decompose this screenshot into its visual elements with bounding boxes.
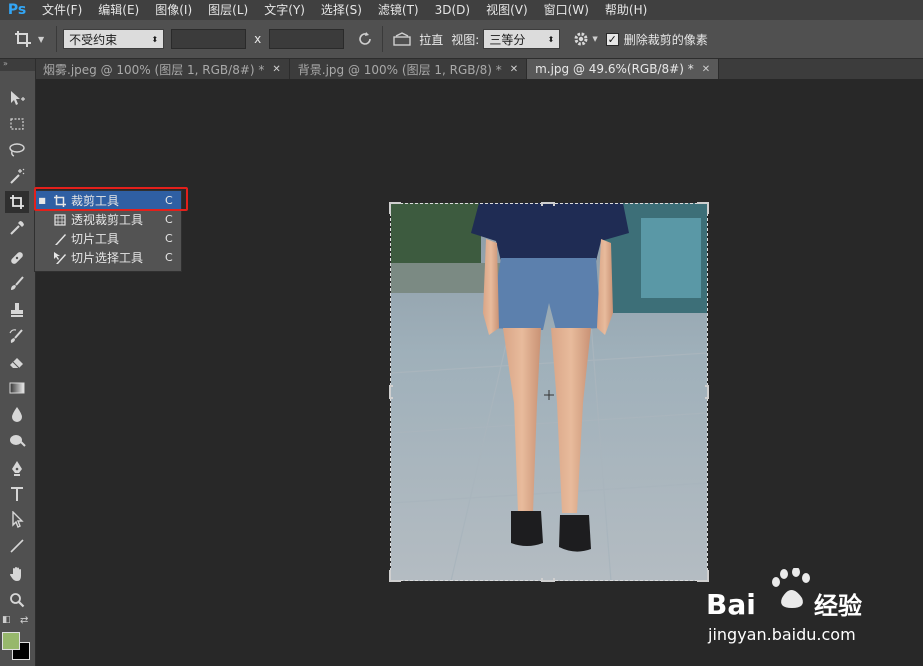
marquee-tool-icon[interactable] (5, 113, 29, 135)
menu-type[interactable]: 文字(Y) (256, 0, 313, 20)
path-select-icon[interactable] (5, 509, 29, 531)
flyout-shortcut: C (165, 251, 173, 264)
menu-select[interactable]: 选择(S) (313, 0, 370, 20)
crop-handle-bottom[interactable] (541, 578, 555, 582)
slice-select-icon (49, 251, 71, 265)
view-label: 视图: (451, 32, 480, 47)
perspective-crop-icon (49, 213, 71, 227)
flyout-item-slice[interactable]: 切片工具 C (35, 229, 181, 248)
menu-help[interactable]: 帮助(H) (597, 0, 655, 20)
close-icon[interactable]: ✕ (702, 64, 710, 75)
updown-arrows-icon: ⬍ (547, 34, 555, 44)
eraser-tool-icon[interactable] (5, 351, 29, 373)
zoom-tool-icon[interactable] (5, 589, 29, 611)
history-brush-icon[interactable] (5, 325, 29, 347)
flyout-item-perspective-crop[interactable]: 透视裁剪工具 C (35, 210, 181, 229)
ratio-dropdown[interactable]: 不受约束 ⬍ (63, 29, 165, 49)
close-icon[interactable]: ✕ (510, 64, 518, 75)
ratio-separator: x (254, 32, 262, 46)
menu-window[interactable]: 窗口(W) (536, 0, 597, 20)
menu-3d[interactable]: 3D(D) (427, 0, 478, 20)
annotation-highlight-box (34, 187, 188, 211)
brush-tool-icon[interactable] (5, 273, 29, 295)
baidu-watermark: Bai 经验 jingyan.baidu.com (706, 567, 896, 648)
gear-icon[interactable] (570, 24, 592, 54)
swap-ratio-icon[interactable] (354, 24, 376, 54)
menu-layer[interactable]: 图层(L) (200, 0, 256, 20)
divider (382, 26, 384, 52)
flyout-shortcut: C (165, 232, 173, 245)
ratio-dropdown-value: 不受约束 (69, 32, 118, 47)
menu-file[interactable]: 文件(F) (34, 0, 90, 20)
default-colors-icon[interactable]: ◧ (2, 615, 11, 625)
straighten-icon[interactable] (389, 24, 415, 54)
view-dropdown-value: 三等分 (489, 32, 526, 47)
menu-bar: Ps 文件(F) 编辑(E) 图像(I) 图层(L) 文字(Y) 选择(S) 滤… (0, 0, 923, 20)
straighten-label[interactable]: 拉直 (419, 31, 443, 48)
menu-view[interactable]: 视图(V) (478, 0, 536, 20)
delete-pixels-label[interactable]: 删除裁剪的像素 (624, 31, 708, 48)
crop-width-input[interactable] (171, 29, 247, 49)
move-tool-icon[interactable] (5, 87, 29, 109)
watermark-brand-suffix: 经验 (814, 592, 862, 620)
gear-chevron-icon[interactable]: ▼ (592, 35, 597, 43)
menu-items: 文件(F) 编辑(E) 图像(I) 图层(L) 文字(Y) 选择(S) 滤镜(T… (34, 0, 655, 20)
close-icon[interactable]: ✕ (272, 64, 280, 75)
foreground-color-swatch[interactable] (2, 632, 20, 650)
flyout-label: 切片选择工具 (71, 251, 144, 265)
slice-icon (49, 232, 71, 246)
flyout-label: 透视裁剪工具 (71, 213, 144, 227)
divider (56, 26, 58, 52)
tab-m[interactable]: m.jpg @ 49.6%(RGB/8#) * ✕ (527, 59, 720, 79)
menu-image[interactable]: 图像(I) (147, 0, 200, 20)
crop-handle-left[interactable] (389, 385, 393, 399)
photoshop-logo: Ps (7, 2, 27, 18)
flyout-item-slice-select[interactable]: 切片选择工具 C (35, 248, 181, 267)
eyedropper-tool-icon[interactable] (5, 217, 29, 239)
crop-handle-bottom-left[interactable] (389, 570, 401, 582)
crop-handle-top-left[interactable] (389, 202, 401, 214)
watermark-brand: Bai (706, 588, 756, 621)
delete-pixels-checkbox[interactable]: ✓ (605, 32, 619, 46)
blur-tool-icon[interactable] (5, 403, 29, 425)
flyout-label: 切片工具 (71, 232, 120, 246)
crop-handle-right[interactable] (705, 385, 709, 399)
crop-height-input[interactable] (269, 29, 345, 49)
tools-panel: » ◧ ⇄ (0, 59, 36, 666)
crop-tool-icon[interactable] (5, 191, 29, 213)
tab-smoke[interactable]: 烟雾.jpeg @ 100% (图层 1, RGB/8#) * ✕ (35, 59, 290, 79)
tool-preset-chevron-icon[interactable]: ▼ (38, 35, 44, 44)
stamp-tool-icon[interactable] (5, 299, 29, 321)
watermark-url: jingyan.baidu.com (707, 625, 856, 644)
hand-tool-icon[interactable] (5, 563, 29, 585)
tab-label: 烟雾.jpeg @ 100% (图层 1, RGB/8#) * (43, 62, 265, 77)
checkmark-icon: ✓ (607, 32, 617, 46)
healing-brush-icon[interactable] (5, 247, 29, 269)
tool-preset-crop-icon[interactable] (8, 24, 38, 54)
line-tool-icon[interactable] (5, 535, 29, 557)
dodge-tool-icon[interactable] (5, 429, 29, 451)
flyout-shortcut: C (165, 213, 173, 226)
crop-boundary[interactable] (390, 203, 708, 581)
lasso-tool-icon[interactable] (5, 139, 29, 161)
pen-tool-icon[interactable] (5, 457, 29, 479)
tab-label: 背景.jpg @ 100% (图层 1, RGB/8) * (297, 62, 502, 77)
view-dropdown[interactable]: 三等分 ⬍ (483, 29, 561, 49)
swap-colors-icon[interactable]: ⇄ (20, 615, 28, 626)
magic-wand-icon[interactable] (5, 165, 29, 187)
type-tool-icon[interactable] (5, 483, 29, 505)
crop-handle-top[interactable] (541, 202, 555, 206)
updown-arrows-icon: ⬍ (151, 34, 159, 44)
tab-label: m.jpg @ 49.6%(RGB/8#) * (535, 62, 694, 76)
panel-collapse-icon[interactable]: » (0, 59, 35, 71)
menu-edit[interactable]: 编辑(E) (90, 0, 147, 20)
gradient-tool-icon[interactable] (5, 377, 29, 399)
menu-filter[interactable]: 滤镜(T) (370, 0, 427, 20)
document-tabs: 烟雾.jpeg @ 100% (图层 1, RGB/8#) * ✕ 背景.jpg… (35, 59, 923, 79)
crop-handle-top-right[interactable] (697, 202, 709, 214)
tab-background[interactable]: 背景.jpg @ 100% (图层 1, RGB/8) * ✕ (289, 59, 528, 79)
options-bar: ▼ 不受约束 ⬍ x 拉直 视图: 三等分 ⬍ ▼ ✓ 删除裁剪的像素 (0, 20, 923, 59)
